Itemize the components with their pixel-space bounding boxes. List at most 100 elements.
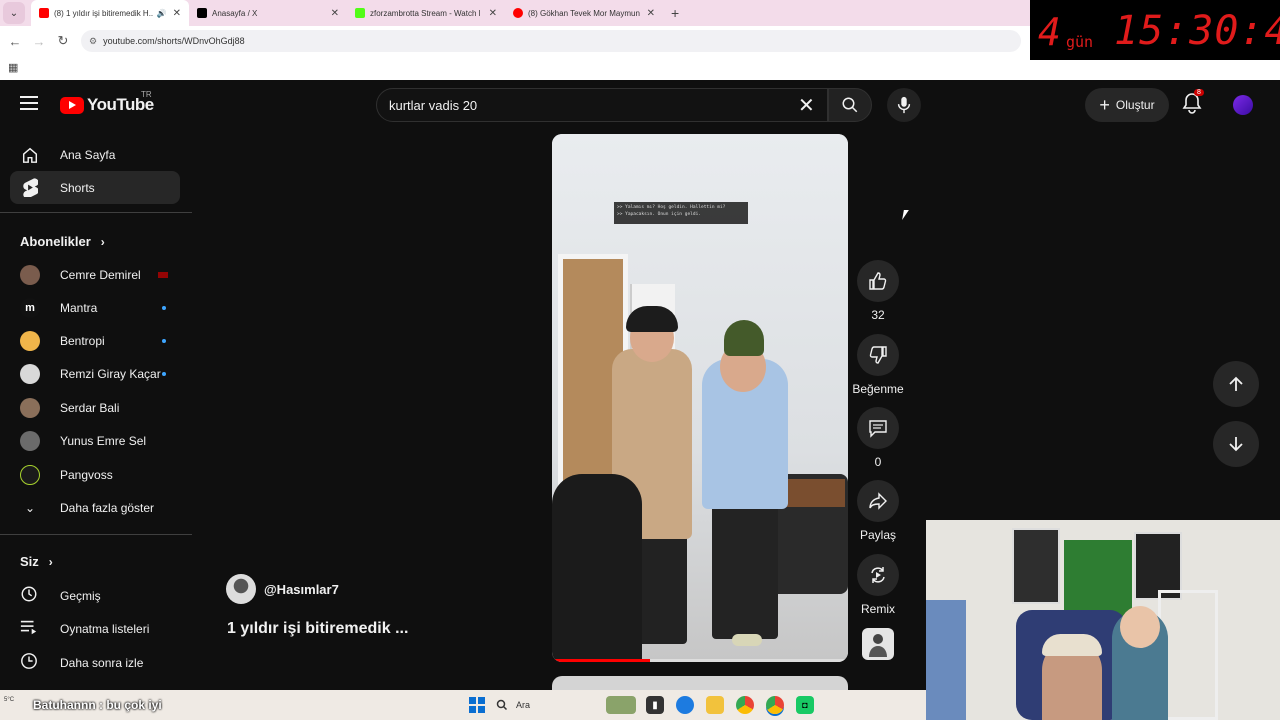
forward-arrow-icon[interactable]: → [27,34,51,49]
like-button[interactable]: 32 [852,260,904,322]
sound-avatar-icon [869,634,887,657]
close-tab-icon[interactable]: ✕ [331,8,339,19]
you-heading[interactable]: Siz › [20,554,53,569]
apps-grid-icon[interactable]: ▦ [8,61,18,74]
address-bar-row: ← → ↻ ⚙ youtube.com/shorts/WDnvOhGdj88 [0,26,1030,56]
windows-start-icon[interactable] [468,696,486,714]
sidebar-item-history[interactable]: Geçmiş [10,579,180,612]
short-title[interactable]: 1 yıldır işi bitiremedik ... [227,620,408,638]
youtube-favicon-icon [39,8,49,18]
remix-label: Remix [860,602,895,616]
clear-search-icon[interactable]: ✕ [798,93,815,118]
remix-icon [871,567,885,583]
notifications-button[interactable]: 8 [1182,89,1204,119]
sidebar-item-label: Daha sonra izle [60,655,144,670]
subscriptions-heading[interactable]: Abonelikler › [20,234,105,249]
new-content-dot [162,338,166,343]
sidebar-item-watch-later[interactable]: Daha sonra izle [10,646,180,679]
sound-thumbnail[interactable] [862,628,894,660]
comment-button[interactable]: 0 [852,407,904,469]
shorts-icon [20,178,40,198]
tab-title: (8) 1 yıldır işi bitiremedik H... [54,8,153,18]
close-tab-icon[interactable]: ✕ [647,8,655,19]
site-info-icon[interactable]: ⚙ [89,36,97,47]
shorts-video-player[interactable]: >> Yalamıs mı? Hoş geldin. Hallettin mi?… [552,134,848,662]
next-short-preview[interactable] [552,676,848,690]
previous-short-button[interactable] [1213,361,1259,407]
subscription-item[interactable]: m Mantra [10,291,180,324]
new-tab-icon[interactable]: + [671,5,679,21]
voice-search-button[interactable] [887,88,921,122]
channel-name[interactable]: @Hasımlar7 [264,582,339,597]
browser-tab-youtube-2[interactable]: (8) Gökhan Tevek Mor Maymun ✕ [505,0,663,26]
youtube-logo[interactable]: YouTube TR [60,90,154,115]
next-short-button[interactable] [1213,421,1259,467]
subscription-label: Pangvoss [60,467,113,482]
subscription-item[interactable]: Cemre Demirel [10,258,180,291]
sidebar: Ana Sayfa Shorts Abonelikler › Cemre Dem… [0,130,192,690]
search-input[interactable]: kurtlar vadis 20 [376,88,828,122]
subscription-item[interactable]: Pangvoss [10,458,180,491]
reload-icon[interactable]: ↻ [51,33,75,49]
subscription-label: Yunus Emre Sel [60,433,147,448]
like-count: 32 [871,308,885,322]
like-circle[interactable] [857,260,899,302]
account-avatar[interactable] [1233,95,1253,115]
comment-circle[interactable] [857,407,899,449]
remix-button[interactable]: Remix [852,554,904,616]
show-more-button[interactable]: ⌄ Daha fazla göster [10,491,180,524]
arrow-up-icon [1229,376,1243,391]
menu-icon[interactable] [20,96,38,114]
search-icon [842,97,858,113]
you-title: Siz [20,554,39,569]
create-button[interactable]: + Oluştur [1085,88,1169,122]
sidebar-divider [0,212,192,213]
thumbs-down-icon [869,346,887,364]
task-view-icon[interactable]: ▮ [646,696,664,714]
subscription-label: Bentropi [60,333,105,348]
browser-tab-youtube[interactable]: (8) 1 yıldır işi bitiremedik H... 🔊 ✕ [31,0,189,26]
dislike-circle[interactable] [857,334,899,376]
browser-tab-x[interactable]: Anasayfa / X ✕ [189,0,347,26]
chrome-icon[interactable] [736,696,754,714]
webcam-frame-poster [1012,528,1060,604]
video-person-right-legs [712,499,778,639]
sidebar-item-shorts[interactable]: Shorts [10,171,180,204]
weather-widget[interactable]: 5°C [4,697,26,711]
sidebar-item-home[interactable]: Ana Sayfa [10,138,180,171]
dislike-button[interactable]: Beğenme [852,334,904,396]
tab-search-icon[interactable]: ⌄ [3,2,25,24]
sidebar-item-playlists[interactable]: Oynatma listeleri [10,612,180,645]
search-button[interactable] [828,88,872,122]
dislike-label: Beğenme [852,382,904,396]
taskbar-search[interactable]: Ara [496,696,596,714]
remix-circle[interactable] [857,554,899,596]
edge-icon[interactable] [676,696,694,714]
share-circle[interactable] [857,480,899,522]
mouse-cursor-icon [902,210,909,220]
tab-title: (8) Gökhan Tevek Mor Maymun [528,8,640,18]
sidebar-item-label: Shorts [60,180,95,195]
app-icon[interactable]: ◘ [796,696,814,714]
subscription-item[interactable]: Yunus Emre Sel [10,424,180,457]
browser-tab-kick[interactable]: zforzambrotta Stream - Watch l ✕ [347,0,505,26]
subscription-item[interactable]: Serdar Bali [10,391,180,424]
channel-info[interactable]: @Hasımlar7 [226,574,339,604]
country-code: TR [141,90,152,99]
chrome-active-icon[interactable] [766,696,784,714]
new-content-dot [162,371,166,376]
file-explorer-icon[interactable] [706,696,724,714]
channel-avatar [20,330,40,351]
share-button[interactable]: Paylaş [852,480,904,542]
subscription-item[interactable]: Bentropi [10,324,180,357]
comment-icon [869,420,887,438]
close-tab-icon[interactable]: ✕ [489,8,497,19]
url-field[interactable]: ⚙ youtube.com/shorts/WDnvOhGdj88 [81,30,1021,52]
subscription-item[interactable]: Remzi Giray Kaçar [10,357,180,390]
widget-icon[interactable] [606,696,636,714]
back-arrow-icon[interactable]: ← [3,34,27,49]
video-progress-bar[interactable] [552,659,848,662]
channel-avatar[interactable] [226,574,256,604]
close-tab-icon[interactable]: ✕ [173,8,181,19]
audio-icon[interactable]: 🔊 [157,9,167,18]
